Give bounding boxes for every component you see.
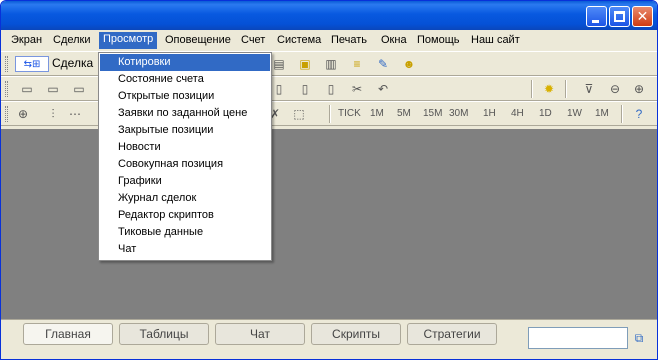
menu-account[interactable]: Счет xyxy=(237,33,269,50)
menu-item-closed-positions[interactable]: Закрытые позиции xyxy=(100,122,270,139)
menu-item-account-state[interactable]: Состояние счета xyxy=(100,71,270,88)
timeframe-1d[interactable]: 1D xyxy=(539,108,552,119)
menu-item-tick-data[interactable]: Тиковые данные xyxy=(100,224,270,241)
lightbulb-icon[interactable]: ✹ xyxy=(541,81,557,97)
user-icon[interactable]: ☻ xyxy=(401,56,417,72)
menu-system[interactable]: Система xyxy=(273,33,325,50)
stack-icon[interactable]: ≡ xyxy=(349,56,365,72)
toolbar-grip[interactable] xyxy=(5,81,8,97)
bottom-tab-bar: Главная Таблицы Чат Скрипты Стратегии ⧉ xyxy=(1,319,657,359)
toolbar-grip[interactable] xyxy=(5,56,8,72)
timeframe-1h[interactable]: 1H xyxy=(483,108,496,119)
minimize-icon xyxy=(592,20,599,23)
minimize-button[interactable] xyxy=(586,6,607,27)
separator xyxy=(565,80,567,98)
undo-icon[interactable]: ↶ xyxy=(375,81,391,97)
cut-icon[interactable]: ✂ xyxy=(349,81,365,97)
timeframe-5m[interactable]: 5M xyxy=(397,108,411,119)
tab-strategies[interactable]: Стратегии xyxy=(407,323,497,345)
timeframe-4h[interactable]: 4H xyxy=(511,108,524,119)
title-bar[interactable]: ✕ xyxy=(1,1,657,30)
crosshair-icon[interactable]: ⊕ xyxy=(15,106,31,122)
help-icon[interactable]: ? xyxy=(631,106,647,122)
toolbar-grip[interactable] xyxy=(5,106,8,122)
paste-special-icon[interactable]: ▯ xyxy=(323,81,339,97)
timeframe-15m[interactable]: 15M xyxy=(423,108,442,119)
maximize-button[interactable] xyxy=(609,6,630,27)
view-menu-dropdown: Котировки Состояние счета Открытые позиц… xyxy=(98,52,272,261)
menu-help[interactable]: Помощь xyxy=(413,33,464,50)
save-icon[interactable]: ▭ xyxy=(71,81,87,97)
zoom-out-icon[interactable]: ⊖ xyxy=(607,81,623,97)
menu-item-limit-orders[interactable]: Заявки по заданной цене xyxy=(100,105,270,122)
chart-icon[interactable]: ▥ xyxy=(323,56,339,72)
maximize-icon xyxy=(614,11,625,22)
new-deal-icon[interactable]: ⇆⊞ xyxy=(15,56,49,72)
menu-view[interactable]: Просмотр xyxy=(99,32,158,49)
timeframe-30m[interactable]: 30M xyxy=(449,108,468,119)
menu-item-open-positions[interactable]: Открытые позиции xyxy=(100,88,270,105)
timeframe-1m[interactable]: 1M xyxy=(370,108,384,119)
status-field[interactable] xyxy=(528,327,628,349)
timeframe-1mn[interactable]: 1M xyxy=(595,108,609,119)
deal-label[interactable]: Сделка xyxy=(52,56,93,70)
tab-scripts[interactable]: Скрипты xyxy=(311,323,401,345)
menu-deals[interactable]: Сделки xyxy=(49,33,95,50)
menu-bar: Экран Сделки Просмотр Оповещение Счет Си… xyxy=(1,30,657,51)
new-chart-icon[interactable]: ▭ xyxy=(19,81,35,97)
menu-screen[interactable]: Экран xyxy=(7,33,46,50)
filter-icon[interactable]: ⊽ xyxy=(581,81,597,97)
horizontal-line-icon[interactable]: ⋯ xyxy=(67,106,83,122)
menu-windows[interactable]: Окна xyxy=(377,33,411,50)
menu-item-charts[interactable]: Графики xyxy=(100,173,270,190)
vertical-line-icon[interactable]: ⫶ xyxy=(45,106,61,122)
paste-icon[interactable]: ▯ xyxy=(297,81,313,97)
close-icon: ✕ xyxy=(636,8,649,24)
tab-tables[interactable]: Таблицы xyxy=(119,323,209,345)
menu-alerts[interactable]: Оповещение xyxy=(161,33,235,50)
timeframe-tick[interactable]: TICK xyxy=(338,108,361,119)
window-switch-icon[interactable]: ⧉ xyxy=(631,330,647,346)
app-window: ✕ Экран Сделки Просмотр Оповещение Счет … xyxy=(0,0,658,360)
menu-item-quotes[interactable]: Котировки xyxy=(100,54,270,71)
select-area-icon[interactable]: ⬚ xyxy=(291,106,307,122)
menu-item-aggregate-position[interactable]: Совокупная позиция xyxy=(100,156,270,173)
menu-item-chat[interactable]: Чат xyxy=(100,241,270,258)
zoom-in-icon[interactable]: ⊕ xyxy=(631,81,647,97)
notepad-icon[interactable]: ▣ xyxy=(297,56,313,72)
menu-item-script-editor[interactable]: Редактор скриптов xyxy=(100,207,270,224)
menu-print[interactable]: Печать xyxy=(327,33,371,50)
menu-our-site[interactable]: Наш сайт xyxy=(467,33,524,50)
tab-chat[interactable]: Чат xyxy=(215,323,305,345)
separator xyxy=(329,105,331,123)
menu-item-news[interactable]: Новости xyxy=(100,139,270,156)
close-button[interactable]: ✕ xyxy=(632,6,653,27)
separator xyxy=(531,80,533,98)
open-icon[interactable]: ▭ xyxy=(45,81,61,97)
tab-main[interactable]: Главная xyxy=(23,323,113,345)
edit-icon[interactable]: ✎ xyxy=(375,56,391,72)
book-icon[interactable]: ▤ xyxy=(271,56,287,72)
menu-item-trade-journal[interactable]: Журнал сделок xyxy=(100,190,270,207)
copy-icon[interactable]: ▯ xyxy=(271,81,287,97)
timeframe-1w[interactable]: 1W xyxy=(567,108,582,119)
separator xyxy=(621,105,623,123)
